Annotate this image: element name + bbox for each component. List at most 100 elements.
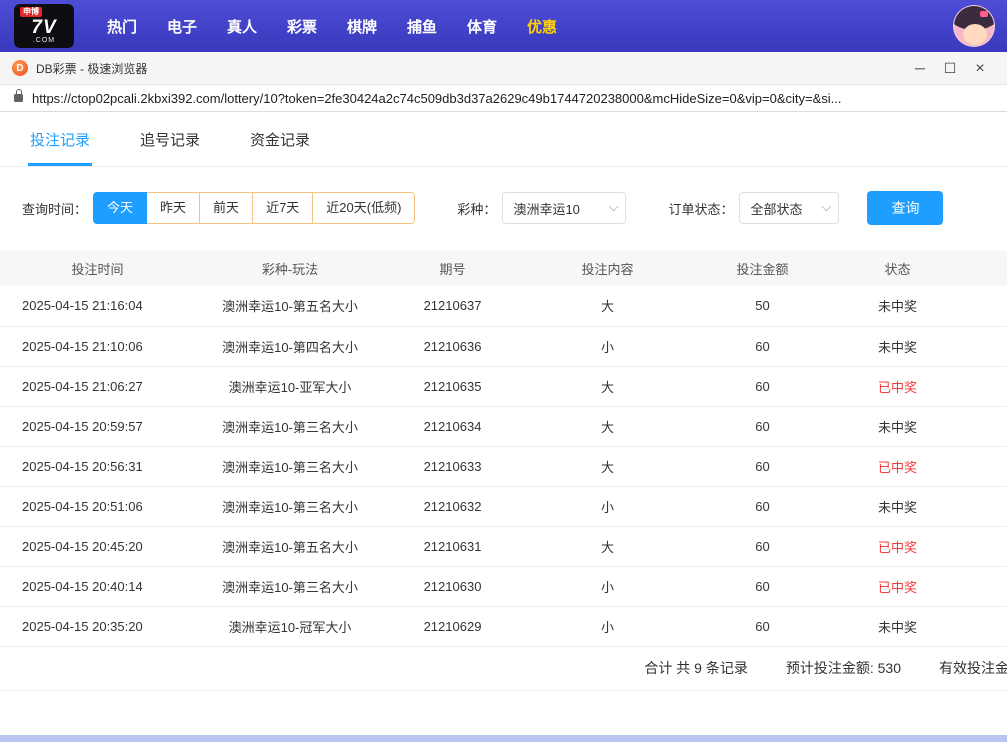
- cell-play-name: 澳洲幸运10-第三名大小: [195, 406, 385, 446]
- cell-status: 未中奖: [830, 486, 1007, 526]
- nav-item-彩票[interactable]: 彩票: [272, 16, 332, 37]
- table-row: 2025-04-15 20:56:31澳洲幸运10-第三名大小21210633大…: [0, 446, 1007, 486]
- cell-play-name: 澳洲幸运10-第四名大小: [195, 326, 385, 366]
- cell-play-name: 澳洲幸运10-亚军大小: [195, 366, 385, 406]
- tab-资金记录[interactable]: 资金记录: [248, 129, 312, 166]
- tab-追号记录[interactable]: 追号记录: [138, 129, 202, 166]
- header-row: 投注时间彩种-玩法期号投注内容投注金额状态: [0, 251, 1007, 286]
- cell-bet-time: 2025-04-15 21:16:04: [0, 286, 195, 326]
- lottery-select-value: 澳洲幸运10: [513, 199, 600, 218]
- column-header-状态: 状态: [830, 251, 1007, 286]
- cell-bet-content: 小: [520, 326, 695, 366]
- logo-suffix: .COM: [33, 37, 55, 45]
- user-avatar[interactable]: [953, 5, 995, 47]
- cell-status: 未中奖: [830, 286, 1007, 326]
- order-status-select[interactable]: 全部状态: [739, 192, 839, 224]
- logo-text: 7V: [31, 18, 56, 37]
- nav-item-体育[interactable]: 体育: [452, 16, 512, 37]
- cell-bet-time: 2025-04-15 21:10:06: [0, 326, 195, 366]
- nav-item-优惠[interactable]: 优惠: [512, 16, 572, 37]
- footer-total: 合计 共 9 条记录: [644, 658, 747, 678]
- column-header-投注内容: 投注内容: [520, 251, 695, 286]
- cell-play-name: 澳洲幸运10-第三名大小: [195, 446, 385, 486]
- column-header-期号: 期号: [385, 251, 520, 286]
- cell-bet-time: 2025-04-15 21:06:27: [0, 366, 195, 406]
- nav-item-热门[interactable]: 热门: [92, 16, 152, 37]
- page-content: 投注记录 追号记录 资金记录 查询时间： 今天昨天前天近7天近20天(低频) 彩种：…: [0, 112, 1007, 691]
- cell-status: 未中奖: [830, 406, 1007, 446]
- minimize-button[interactable]: ─: [905, 52, 935, 85]
- logo-badge: 申博: [20, 7, 42, 17]
- cell-issue-number: 21210637: [385, 286, 520, 326]
- nav-item-棋牌[interactable]: 棋牌: [332, 16, 392, 37]
- url-text[interactable]: https://ctop02pcali.2kbxi392.com/lottery…: [32, 91, 841, 106]
- table-row: 2025-04-15 20:35:20澳洲幸运10-冠军大小21210629小6…: [0, 606, 1007, 646]
- maximize-button[interactable]: ☐: [935, 52, 965, 85]
- nav-item-电子[interactable]: 电子: [152, 16, 212, 37]
- close-button[interactable]: ×: [965, 52, 995, 85]
- table-header: 投注时间彩种-玩法期号投注内容投注金额状态: [0, 251, 1007, 286]
- table-row: 2025-04-15 21:10:06澳洲幸运10-第四名大小21210636小…: [0, 326, 1007, 366]
- avatar-face: [963, 24, 987, 45]
- cell-issue-number: 21210634: [385, 406, 520, 446]
- cell-status: 已中奖: [830, 446, 1007, 486]
- cell-bet-content: 小: [520, 566, 695, 606]
- lottery-select[interactable]: 澳洲幸运10: [502, 192, 626, 224]
- cell-play-name: 澳洲幸运10-冠军大小: [195, 606, 385, 646]
- cell-bet-time: 2025-04-15 20:59:57: [0, 406, 195, 446]
- time-option-昨天[interactable]: 昨天: [147, 192, 200, 224]
- cell-status: 已中奖: [830, 526, 1007, 566]
- cell-bet-content: 小: [520, 486, 695, 526]
- cell-bet-time: 2025-04-15 20:45:20: [0, 526, 195, 566]
- cell-bet-content: 大: [520, 366, 695, 406]
- time-option-近7天[interactable]: 近7天: [253, 192, 313, 224]
- cell-issue-number: 21210632: [385, 486, 520, 526]
- time-option-近20天(低频)[interactable]: 近20天(低频): [313, 192, 415, 224]
- nav-item-真人[interactable]: 真人: [212, 16, 272, 37]
- cell-bet-amount: 60: [695, 406, 830, 446]
- cell-bet-amount: 60: [695, 526, 830, 566]
- avatar-bow: [980, 11, 988, 17]
- table-row: 2025-04-15 20:51:06澳洲幸运10-第三名大小21210632小…: [0, 486, 1007, 526]
- chevron-down-icon: [609, 201, 619, 211]
- column-header-投注金额: 投注金额: [695, 251, 830, 286]
- table-footer: 合计 共 9 条记录 预计投注金额: 530 有效投注金额: [0, 647, 1007, 691]
- cell-bet-amount: 60: [695, 366, 830, 406]
- site-logo[interactable]: 申博 7V .COM: [14, 4, 74, 48]
- cell-issue-number: 21210630: [385, 566, 520, 606]
- time-filter-label: 查询时间：: [22, 199, 87, 218]
- table-row: 2025-04-15 20:45:20澳洲幸运10-第五名大小21210631大…: [0, 526, 1007, 566]
- bottom-strip: [0, 735, 1007, 742]
- nav-menu: 热门电子真人彩票棋牌捕鱼体育优惠: [92, 16, 572, 37]
- cell-status: 未中奖: [830, 326, 1007, 366]
- cell-issue-number: 21210635: [385, 366, 520, 406]
- nav-item-捕鱼[interactable]: 捕鱼: [392, 16, 452, 37]
- cell-issue-number: 21210633: [385, 446, 520, 486]
- cell-bet-time: 2025-04-15 20:51:06: [0, 486, 195, 526]
- cell-status: 未中奖: [830, 606, 1007, 646]
- footer-valid-amount: 有效投注金额: [939, 658, 1007, 678]
- cell-bet-amount: 60: [695, 446, 830, 486]
- lottery-label: 彩种：: [457, 199, 496, 218]
- cell-bet-time: 2025-04-15 20:40:14: [0, 566, 195, 606]
- tab-投注记录[interactable]: 投注记录: [28, 129, 92, 166]
- table-row: 2025-04-15 20:59:57澳洲幸运10-第三名大小21210634大…: [0, 406, 1007, 446]
- order-status-value: 全部状态: [750, 199, 813, 218]
- cell-issue-number: 21210636: [385, 326, 520, 366]
- url-bar[interactable]: https://ctop02pcali.2kbxi392.com/lottery…: [0, 85, 1007, 112]
- search-button[interactable]: 查询: [867, 191, 943, 225]
- cell-bet-content: 小: [520, 606, 695, 646]
- cell-status: 已中奖: [830, 566, 1007, 606]
- cell-bet-time: 2025-04-15 20:56:31: [0, 446, 195, 486]
- time-filter-group: 今天昨天前天近7天近20天(低频): [93, 192, 415, 224]
- table-row: 2025-04-15 20:40:14澳洲幸运10-第三名大小21210630小…: [0, 566, 1007, 606]
- filter-bar: 查询时间： 今天昨天前天近7天近20天(低频) 彩种： 澳洲幸运10 订单状态：…: [22, 191, 1007, 225]
- table-row: 2025-04-15 21:16:04澳洲幸运10-第五名大小21210637大…: [0, 286, 1007, 326]
- favicon-icon: D: [12, 60, 28, 76]
- time-option-前天[interactable]: 前天: [200, 192, 253, 224]
- column-header-投注时间: 投注时间: [0, 251, 195, 286]
- order-status-label: 订单状态：: [668, 199, 733, 218]
- top-nav: 申博 7V .COM 热门电子真人彩票棋牌捕鱼体育优惠: [0, 0, 1007, 52]
- time-option-今天[interactable]: 今天: [93, 192, 147, 224]
- lock-icon: [14, 94, 23, 102]
